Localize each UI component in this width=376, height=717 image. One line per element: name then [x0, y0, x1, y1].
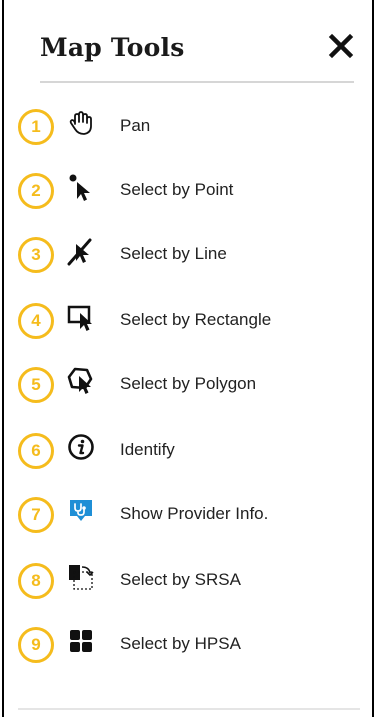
tool-select-by-srsa[interactable]: 8 Select by SRSA — [4, 560, 372, 616]
tool-pan[interactable]: 1 Pan — [4, 106, 372, 162]
step-badge: 9 — [18, 627, 54, 663]
step-badge: 2 — [18, 173, 54, 209]
tool-select-by-polygon[interactable]: 5 Select by Polygon — [4, 364, 372, 420]
tool-label: Pan — [120, 116, 151, 135]
header-divider — [40, 81, 354, 83]
identify-icon — [68, 434, 94, 460]
select-point-icon — [69, 174, 90, 201]
step-badge: 4 — [18, 303, 54, 339]
step-badge: 5 — [18, 367, 54, 403]
select-srsa-icon — [69, 565, 94, 590]
panel-header: Map Tools — [4, 0, 372, 84]
close-icon — [328, 33, 354, 59]
provider-info-icon — [70, 500, 92, 521]
step-badge: 1 — [18, 109, 54, 145]
step-badge: 3 — [18, 237, 54, 273]
close-button[interactable] — [328, 33, 354, 59]
tool-identify[interactable]: 6 Identify — [4, 430, 372, 486]
panel-title: Map Tools — [40, 33, 185, 62]
select-line-icon — [67, 238, 92, 266]
tool-label: Select by Line — [120, 244, 227, 263]
tool-select-by-line[interactable]: 3 Select by Line — [4, 234, 372, 290]
step-badge: 8 — [18, 563, 54, 599]
tool-show-provider-info[interactable]: 7 Show Provider Info. — [4, 494, 372, 550]
step-badge: 7 — [18, 497, 54, 533]
tool-label: Select by SRSA — [120, 570, 241, 589]
tool-label: Select by Polygon — [120, 374, 257, 393]
select-rectangle-icon — [67, 305, 92, 331]
tool-select-by-point[interactable]: 2 Select by Point — [4, 170, 372, 226]
pan-hand-icon — [69, 111, 92, 135]
tool-select-by-hpsa[interactable]: 9 Select by HPSA — [4, 624, 372, 680]
tool-label: Select by HPSA — [120, 634, 241, 653]
step-badge: 6 — [18, 433, 54, 469]
tool-label: Select by Rectangle — [120, 310, 272, 329]
map-tools-panel: Map Tools 1 Pan 2 Select by Point 3 Sele… — [2, 0, 374, 717]
tool-select-by-rectangle[interactable]: 4 Select by Rectangle — [4, 300, 372, 356]
select-polygon-icon — [67, 367, 93, 394]
panel-bottom-divider — [18, 708, 360, 710]
tool-label: Show Provider Info. — [120, 504, 269, 523]
select-hpsa-icon — [70, 630, 92, 652]
tool-label: Select by Point — [120, 180, 234, 199]
tool-label: Identify — [120, 440, 175, 459]
